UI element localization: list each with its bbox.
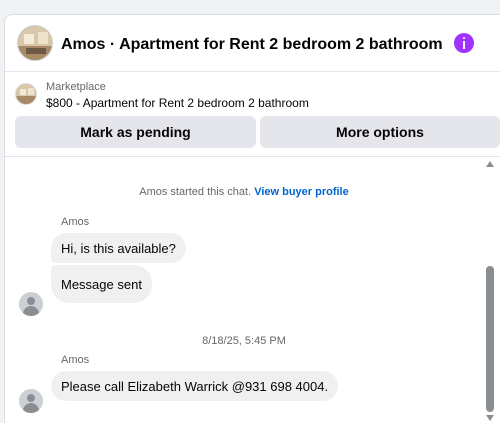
info-icon-bar [463,41,465,49]
chat-started-notice: Amos started this chat. View buyer profi… [5,186,483,198]
listing-title[interactable]: $800 - Apartment for Rent 2 bedroom 2 ba… [46,96,309,110]
more-options-button[interactable]: More options [260,116,500,148]
message-bubble[interactable]: Hi, is this available? [51,233,186,263]
chat-title: Amos · Apartment for Rent 2 bedroom 2 ba… [61,36,443,53]
mark-as-pending-button[interactable]: Mark as pending [15,116,256,148]
chat-panel: Amos · Apartment for Rent 2 bedroom 2 ba… [4,14,500,423]
listing-photo-icon [18,26,52,60]
scroll-up-arrow-icon[interactable] [486,161,494,167]
sender-name: Amos [61,354,90,366]
chat-started-text: Amos started this chat. [139,186,252,198]
message-list: Amos started this chat. View buyer profi… [5,158,500,423]
info-icon[interactable] [454,33,474,53]
message-timestamp: 8/18/25, 5:45 PM [202,335,286,347]
sender-name: Amos [61,216,90,228]
sender-avatar[interactable] [19,389,43,413]
message-scrollbar[interactable] [483,158,497,423]
avatar-body [23,403,39,413]
avatar-head [27,297,35,305]
listing-thumbnail[interactable] [15,83,37,105]
listing-card: Marketplace $800 - Apartment for Rent 2 … [5,73,500,157]
marketplace-label: Marketplace [46,81,106,93]
message-bubble[interactable]: Please call Elizabeth Warrick @931 698 4… [51,371,339,401]
sender-avatar[interactable] [19,292,43,316]
view-buyer-profile-link[interactable]: View buyer profile [254,186,349,198]
info-icon-dot [463,37,465,39]
message-bubble[interactable]: Message sent [51,265,152,303]
scroll-down-arrow-icon[interactable] [486,415,494,421]
listing-avatar[interactable] [17,25,53,61]
avatar-head [27,394,35,402]
chat-header: Amos · Apartment for Rent 2 bedroom 2 ba… [5,15,500,72]
avatar-body [23,306,39,316]
listing-thumbnail-icon [16,84,36,104]
scrollbar-thumb[interactable] [486,266,494,412]
